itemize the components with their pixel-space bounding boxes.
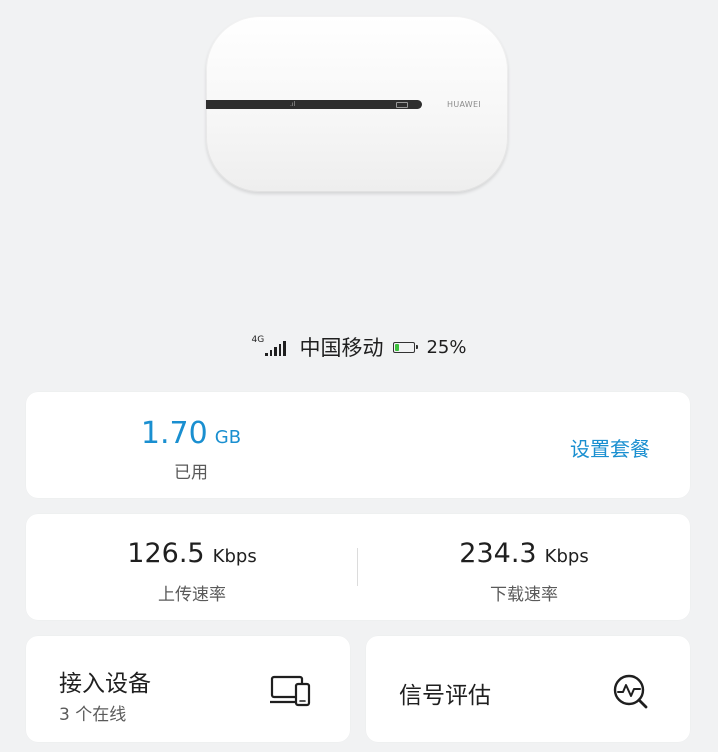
usage-amount: 1.70 <box>140 416 208 451</box>
download-rate-value: 234.3 <box>459 538 537 569</box>
carrier-name: 中国移动 <box>299 336 384 360</box>
data-usage-card[interactable]: 1.70 GB 已用 设置套餐 <box>26 392 690 498</box>
upload-rate-unit: Kbps <box>212 546 257 567</box>
set-plan-link[interactable]: 设置套餐 <box>570 433 650 462</box>
battery-led-icon <box>396 102 408 108</box>
battery-percent: 25% <box>426 336 467 358</box>
speed-card: 126.5 Kbps 上传速率 234.3 Kbps 下载速率 <box>26 514 690 620</box>
download-rate: 234.3 Kbps <box>358 538 690 569</box>
status-line: 4G 中国移动 25% <box>0 332 718 362</box>
usage-unit: GB <box>214 427 242 448</box>
network-type: 4G <box>251 335 265 345</box>
download-rate-unit: Kbps <box>544 546 589 567</box>
device-indicator-bar: .ıl <box>206 100 422 109</box>
signal-bars <box>265 341 286 356</box>
signal-assessment-tile[interactable]: 信号评估 <box>366 636 690 742</box>
signal-strength-icon: 4G <box>251 335 289 359</box>
usage-label: 已用 <box>174 463 208 483</box>
signal-led-icon: .ıl <box>290 101 296 108</box>
upload-rate-value: 126.5 <box>127 538 205 569</box>
signal-check-icon <box>613 674 648 709</box>
connected-devices-tile[interactable]: 接入设备 3 个在线 <box>26 636 350 742</box>
upload-rate-label: 上传速率 <box>158 585 226 605</box>
signal-assessment-title: 信号评估 <box>399 683 491 709</box>
upload-rate: 126.5 Kbps <box>26 538 358 569</box>
devices-icon <box>270 675 311 707</box>
download-rate-label: 下载速率 <box>490 585 558 605</box>
usage-value: 1.70 GB <box>26 416 356 451</box>
connected-devices-title: 接入设备 <box>59 671 151 697</box>
device-brand: HUAWEI <box>447 100 482 109</box>
battery-fill <box>395 343 400 351</box>
connected-devices-count: 3 个在线 <box>59 705 127 725</box>
router-image: .ıl HUAWEI <box>206 16 508 192</box>
battery-icon <box>393 341 419 353</box>
